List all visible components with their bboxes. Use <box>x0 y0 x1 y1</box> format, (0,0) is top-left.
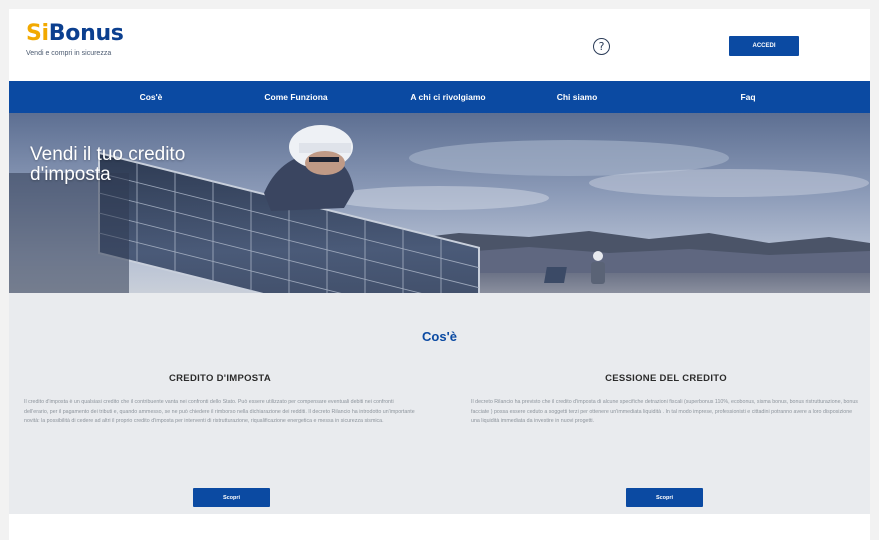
section-title: Cos'è <box>422 329 457 344</box>
sibonus-logo[interactable]: SiBonus Vendi e compri in sicurezza <box>26 21 124 57</box>
nav-item-cose[interactable]: Cos'è <box>140 81 163 113</box>
nav-item-a-chi-ci-rivolgiamo[interactable]: A chi ci rivolgiamo <box>410 81 485 113</box>
site-header: SiBonus Vendi e compri in sicurezza ? AC… <box>9 9 870 81</box>
credito-imposta-column: CREDITO D'IMPOSTA Il credito d'imposta è… <box>24 373 416 427</box>
logo-wordmark: SiBonus <box>26 21 124 47</box>
hero-title-line-1: Vendi il tuo credito <box>30 144 186 165</box>
hero-title-line-2: d'imposta <box>30 164 111 185</box>
logo-tagline: Vendi e compri in sicurezza <box>26 50 112 57</box>
cose-section: Cos'è CREDITO D'IMPOSTA Il credito d'imp… <box>9 293 870 514</box>
footer-strip <box>9 514 870 540</box>
logo-bonus: Bonus <box>48 21 124 46</box>
cessione-credito-column: CESSIONE DEL CREDITO Il decreto Rilancio… <box>471 373 861 427</box>
credito-imposta-title: CREDITO D'IMPOSTA <box>168 373 271 384</box>
login-button[interactable]: ACCEDI <box>729 36 799 56</box>
logo-si: Si <box>26 21 49 46</box>
cessione-credito-text: Il decreto Rilancio ha previsto che il c… <box>471 399 858 424</box>
help-icon[interactable]: ? <box>593 38 610 55</box>
nav-item-come-funziona[interactable]: Come Funziona <box>264 81 327 113</box>
hero-solar-panel-illustration <box>9 113 870 293</box>
page: SiBonus Vendi e compri in sicurezza ? AC… <box>9 9 870 540</box>
cessione-credito-title: CESSIONE DEL CREDITO <box>605 373 727 384</box>
scopri-credito-button[interactable]: Scopri <box>193 488 270 507</box>
scopri-cessione-button[interactable]: Scopri <box>626 488 703 507</box>
nav-item-chi-siamo[interactable]: Chi siamo <box>557 81 598 113</box>
main-nav: Cos'è Come Funziona A chi ci rivolgiamo … <box>9 81 870 113</box>
credito-imposta-text: Il credito d'imposta è un qualsiasi cred… <box>24 399 415 424</box>
hero-title: Vendi il tuo credito d'imposta <box>30 145 185 185</box>
hero-banner: Vendi il tuo credito d'imposta <box>9 113 870 293</box>
nav-item-faq[interactable]: Faq <box>740 81 755 113</box>
